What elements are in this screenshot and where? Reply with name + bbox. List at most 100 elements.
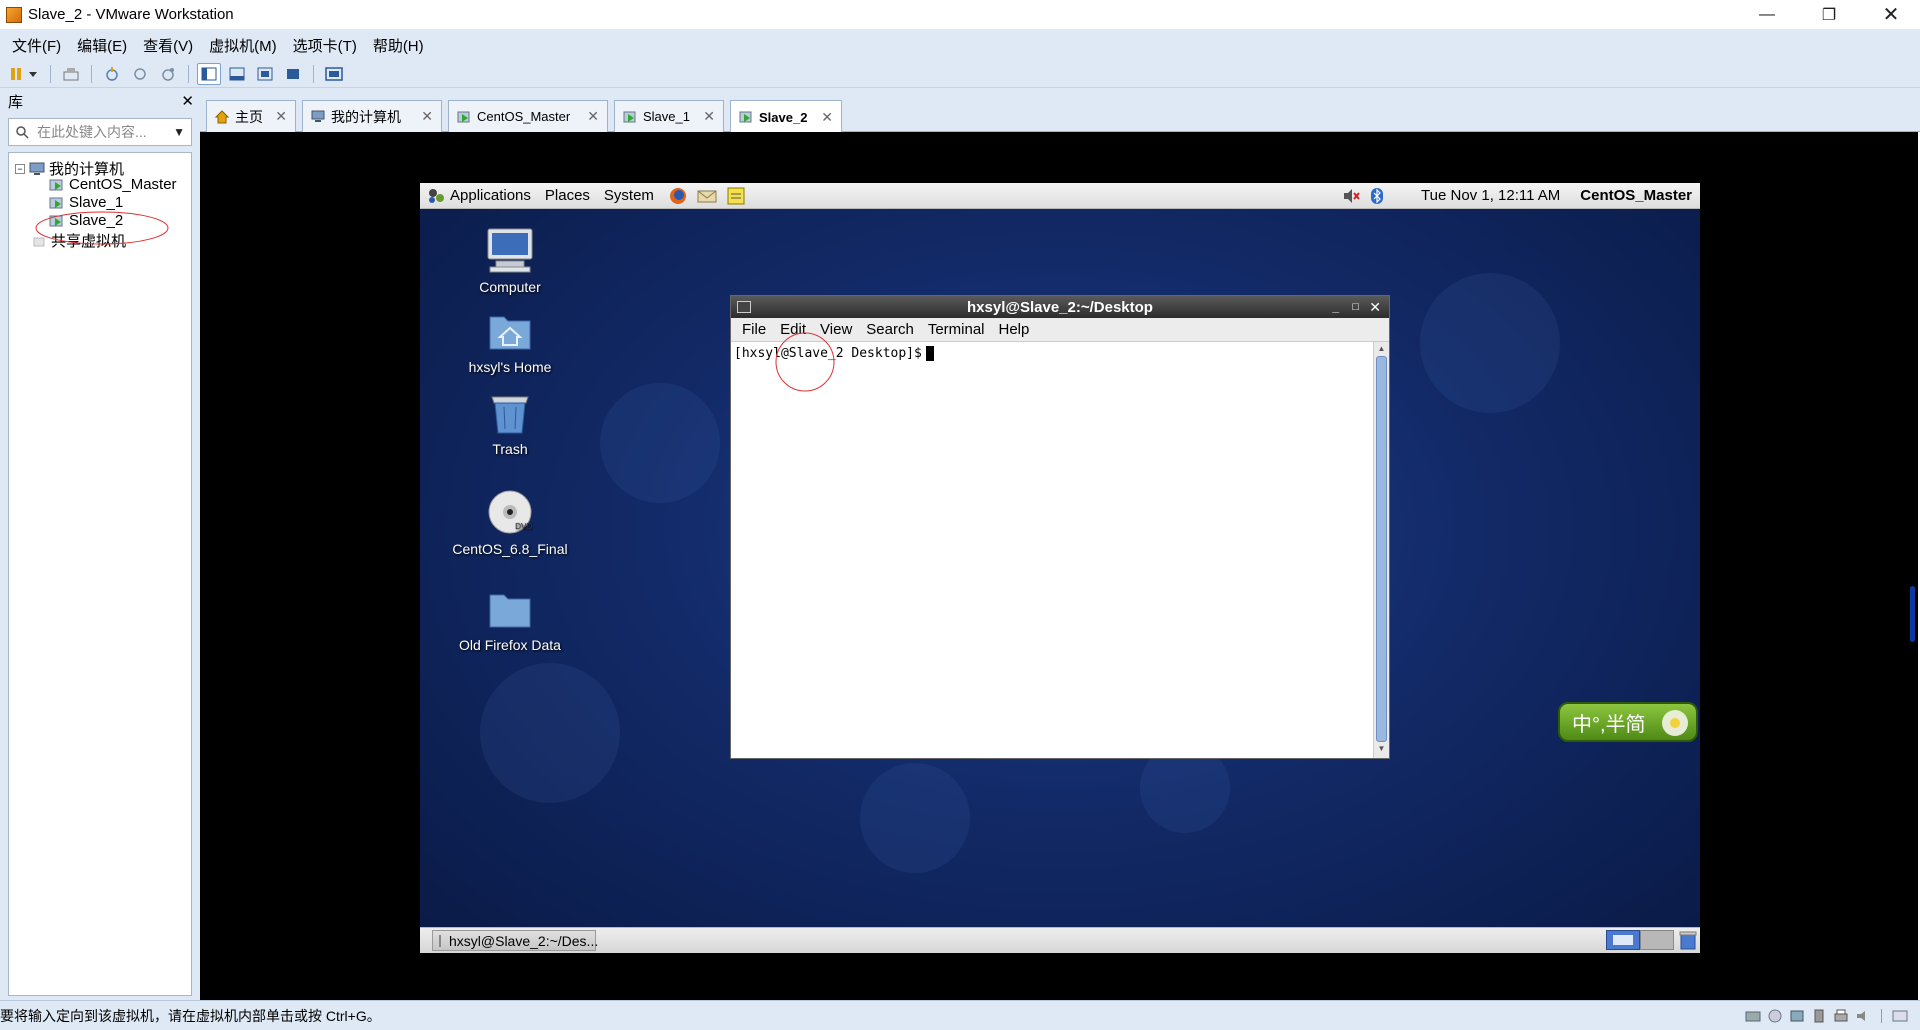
revert-snapshot-button[interactable] [128,63,152,85]
terminal-menu-help[interactable]: Help [992,321,1037,338]
unity-button[interactable] [281,63,305,85]
terminal-scrollbar[interactable]: ▲ ▼ [1373,342,1389,758]
desktop-icon-label: Trash [492,441,528,457]
usb-icon[interactable] [1811,1009,1827,1023]
terminal-maximize-button[interactable]: □ [1352,301,1359,313]
tab-close-icon[interactable]: ✕ [275,108,287,125]
cd-drive-icon[interactable] [1767,1009,1783,1023]
tab-centos-master[interactable]: CentOS_Master ✕ [448,100,608,132]
tab-my-computer[interactable]: 我的计算机 ✕ [302,100,442,132]
guest-desktop[interactable]: Applications Places System Tue Nov 1, 12… [420,183,1700,953]
svg-text:DVD: DVD [515,522,533,531]
firefox-icon[interactable] [668,186,688,206]
terminal-close-button[interactable]: ✕ [1369,299,1381,316]
close-button[interactable]: ✕ [1868,0,1914,29]
desktop-icon-computer[interactable]: Computer [440,227,580,295]
full-screen-button[interactable] [253,63,277,85]
library-search-input[interactable]: 在此处键入内容... ▼ [8,118,192,146]
mail-icon[interactable] [696,186,718,206]
clock[interactable]: Tue Nov 1, 12:11 AM [1421,187,1560,204]
taskbar-terminal-button[interactable]: hxsyl@Slave_2:~/Des... [432,930,598,951]
tab-close-icon[interactable]: ✕ [821,109,833,126]
annotation-ellipse [35,211,169,245]
tab-close-icon[interactable]: ✕ [587,108,599,125]
menu-vm[interactable]: 虚拟机(M) [201,35,285,56]
desktop-icon-old-firefox-data[interactable]: Old Firefox Data [440,587,580,653]
status-bar: 要将输入定向到该虚拟机，请在虚拟机内部单击或按 Ctrl+G。 [0,1000,1920,1030]
tab-label: 我的计算机 [331,108,401,125]
app-icon [6,6,22,23]
terminal-output[interactable]: [hxsyl@Slave_2 Desktop]$ [731,342,1373,758]
menu-file[interactable]: 文件(F) [4,35,69,56]
applications-menu[interactable]: Applications [450,187,531,204]
search-dropdown-icon[interactable]: ▼ [173,125,185,139]
terminal-menu-search[interactable]: Search [859,321,921,338]
library-close-icon[interactable]: ✕ [181,92,194,110]
tab-slave-2[interactable]: Slave_2 ✕ [730,100,842,133]
toolbar [0,61,1920,88]
tab-slave-1[interactable]: Slave_1 ✕ [614,100,724,132]
tab-close-icon[interactable]: ✕ [703,108,715,125]
bluetooth-icon[interactable] [1369,186,1385,206]
snapshot-icon [106,67,118,81]
desktop-icon-dvd[interactable]: DVD CentOS_6.8_Final [440,489,580,557]
vm-running-icon [49,197,63,208]
terminal-window[interactable]: hxsyl@Slave_2:~/Desktop _ □ ✕ File Edit … [730,295,1390,759]
terminal-menu-file[interactable]: File [735,321,773,338]
terminal-menu-terminal[interactable]: Terminal [921,321,992,338]
desktop-icon-label: Old Firefox Data [459,637,561,653]
ime-indicator[interactable]: 中°,半简 [1558,702,1698,742]
collapse-icon[interactable]: − [15,163,25,174]
system-menu[interactable]: System [604,187,654,204]
revert-icon [134,68,146,80]
restore-button[interactable]: ❐ [1806,0,1852,29]
side-scroll-indicator[interactable] [1910,586,1915,642]
tab-close-icon[interactable]: ✕ [421,108,433,125]
printer-icon[interactable] [1833,1009,1849,1023]
terminal-minimize-button[interactable]: _ [1332,300,1339,314]
places-menu[interactable]: Places [545,187,590,204]
vm-running-icon [457,111,470,122]
home-folder-icon [489,316,531,350]
snapshot-manager-button[interactable] [156,63,180,85]
title-bar: Slave_2 - VMware Workstation — ❐ ✕ [0,0,1920,29]
network-adapter-icon[interactable] [1789,1009,1805,1023]
home-icon [215,109,229,123]
menu-view[interactable]: 查看(V) [135,35,201,56]
menu-tabs[interactable]: 选项卡(T) [285,35,365,56]
hostname-label[interactable]: CentOS_Master [1580,187,1692,204]
desktop-icon-home[interactable]: hxsyl's Home [440,309,580,375]
library-panel: 库 ✕ 在此处键入内容... ▼ − 我的计算机 CentOS_Master S… [0,88,200,1000]
send-ctrl-alt-del-button[interactable] [59,63,83,85]
minimize-button[interactable]: — [1744,0,1790,29]
volume-muted-icon[interactable] [1341,186,1361,206]
workspace-1[interactable] [1606,930,1640,950]
dvd-icon: DVD [488,490,533,534]
menu-help[interactable]: 帮助(H) [365,35,432,56]
trash-applet-icon[interactable] [1678,930,1698,950]
message-icon[interactable] [1892,1009,1908,1023]
menu-edit[interactable]: 编辑(E) [69,35,135,56]
terminal-titlebar[interactable]: hxsyl@Slave_2:~/Desktop _ □ ✕ [731,296,1389,318]
console-view-button[interactable] [322,63,346,85]
snapshot-button[interactable] [100,63,124,85]
snapshot-manager-icon [162,68,174,81]
workspace-2[interactable] [1640,930,1674,950]
computer-icon [311,110,325,122]
sound-icon[interactable] [1855,1009,1871,1023]
library-search-placeholder: 在此处键入内容... [37,124,147,140]
desktop-icon-trash[interactable]: Trash [440,389,580,457]
library-tree: − 我的计算机 CentOS_Master Slave_1 Slave_2 共享… [8,152,192,996]
gnome-bottom-panel: hxsyl@Slave_2:~/Des... [420,927,1700,953]
hard-disk-icon[interactable] [1745,1009,1761,1023]
unity-icon [287,69,299,79]
tree-item-centos-master[interactable]: CentOS_Master [49,176,177,193]
thumbnail-bar-button[interactable] [225,63,249,85]
tree-label: CentOS_Master [69,176,177,193]
text-editor-icon[interactable] [726,186,746,206]
terminal-icon [439,934,441,947]
vm-running-icon [623,111,636,122]
show-library-button[interactable] [197,63,221,85]
pause-dropdown-button[interactable] [6,63,42,85]
tab-home[interactable]: 主页 ✕ [206,100,296,132]
